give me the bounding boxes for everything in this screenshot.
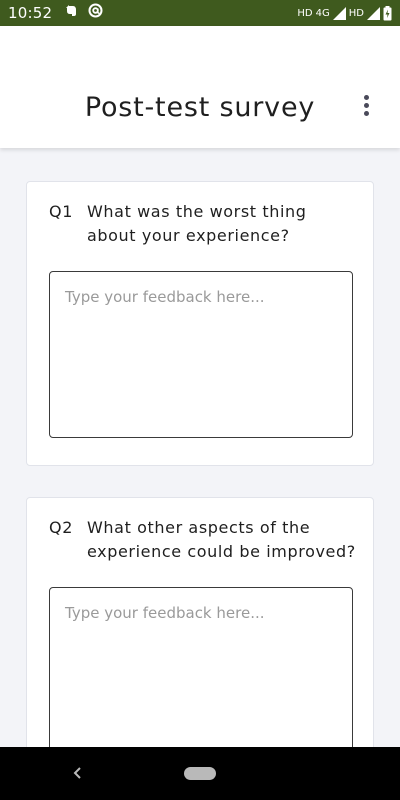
navigation-bar bbox=[0, 747, 400, 800]
at-sign-icon bbox=[88, 3, 103, 23]
more-vertical-icon-dot bbox=[363, 102, 369, 108]
question-text: What was the worst thing about your expe… bbox=[87, 202, 307, 245]
question-number: Q2 bbox=[49, 518, 73, 537]
status-time: 10:52 bbox=[8, 4, 53, 22]
survey-screen: 10:52 HD 4G HD Post-test survey Q1 What … bbox=[0, 0, 400, 800]
network-type-label: 4G bbox=[315, 7, 330, 19]
question-text: What other aspects of the experience cou… bbox=[87, 518, 356, 561]
feedback-input-q1[interactable] bbox=[49, 271, 353, 438]
more-vertical-icon-dot bbox=[363, 110, 369, 116]
home-pill-icon[interactable] bbox=[184, 767, 216, 780]
app-header: Post-test survey bbox=[0, 26, 400, 148]
hd-label: HD bbox=[297, 7, 313, 19]
question-1: Q1 What was the worst thing about your e… bbox=[49, 200, 361, 248]
question-card-1: Q1 What was the worst thing about your e… bbox=[26, 181, 374, 466]
more-options-button[interactable] bbox=[354, 90, 378, 120]
evernote-icon bbox=[64, 4, 78, 23]
question-number: Q1 bbox=[49, 202, 73, 221]
page-title: Post-test survey bbox=[84, 92, 316, 123]
question-2: Q2 What other aspects of the experience … bbox=[49, 516, 361, 564]
status-notification-icons bbox=[64, 3, 103, 23]
signal-icon bbox=[332, 6, 346, 20]
battery-charging-icon bbox=[383, 5, 392, 21]
status-bar: 10:52 HD 4G HD bbox=[0, 0, 400, 26]
hd-label-2: HD bbox=[348, 7, 364, 19]
signal-icon-2 bbox=[367, 6, 380, 20]
chevron-left-icon[interactable] bbox=[70, 764, 86, 782]
status-system-icons: HD 4G HD bbox=[297, 5, 392, 21]
more-vertical-icon bbox=[363, 94, 369, 100]
